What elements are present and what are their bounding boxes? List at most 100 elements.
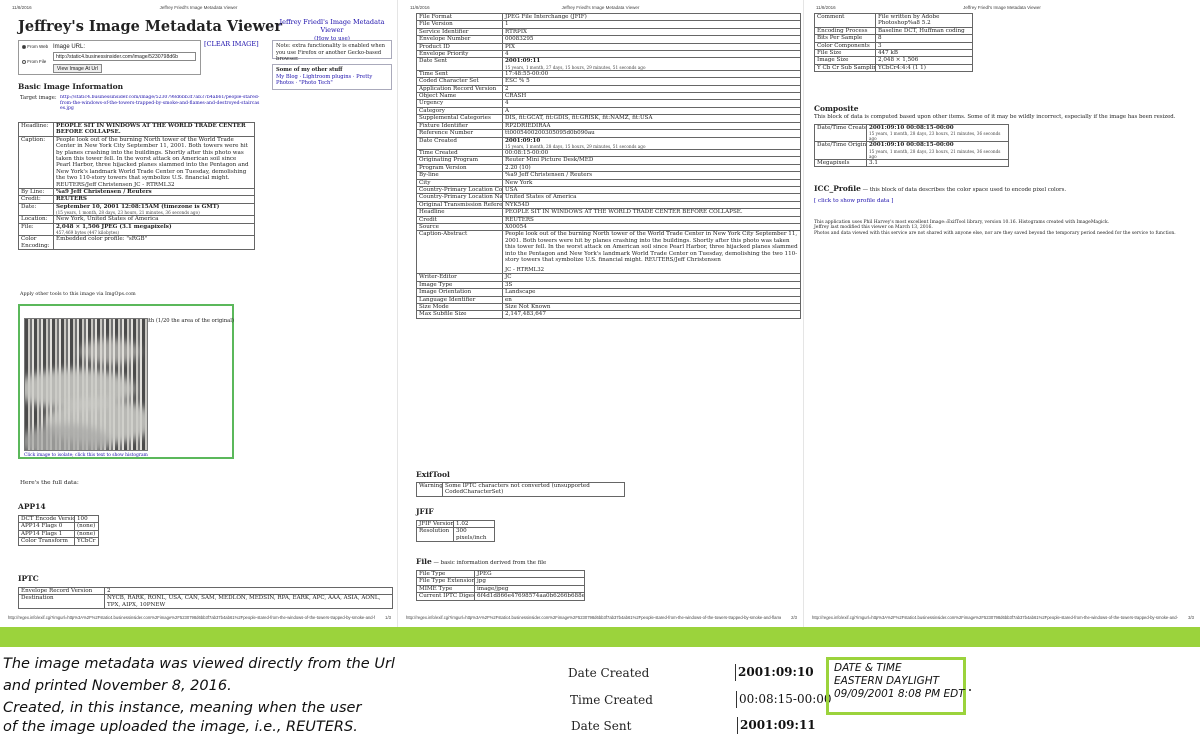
table-row: MIME Type image/jpeg xyxy=(416,584,585,594)
row-value: (none) xyxy=(74,529,99,539)
row-value: September 10, 2001 12:08:15AM (timezone … xyxy=(53,202,255,217)
table-row: Time Sent 17:48:55-00:00 xyxy=(416,69,801,79)
table-row: Writer-Editor JC xyxy=(416,273,801,282)
table-row: Caption-Abstract People look out of the b… xyxy=(416,230,801,275)
row-value: CRASH xyxy=(502,92,801,101)
other-stuff-links[interactable]: My Blog · Lightroom plugins · Pretty Pho… xyxy=(276,74,388,87)
table-row: Image Size 2,048 × 1,506 xyxy=(814,56,973,65)
from-web-radio[interactable]: From Web xyxy=(22,44,48,49)
view-image-button[interactable]: View Image At Url xyxy=(53,64,102,73)
iptc-tbody: Envelope Record Version 2 Destination NYCB,… xyxy=(18,586,393,610)
jfif-heading: JFIF xyxy=(416,507,434,516)
table-row: Program Version 2.20 (10) xyxy=(416,163,801,173)
table-row: Country-Primary Location Code USA xyxy=(416,185,801,195)
page-footer: http://regex.info/exif.cgi?imgurl=http%3… xyxy=(398,615,803,623)
table-row: Envelope Priority 4 xyxy=(416,50,801,59)
sidebar-title-text: Jeffrey Friedl's Image Metadata Viewer xyxy=(279,18,385,34)
row-value-text: 6f4d1d866e47698574aa0b6266b688e488 xyxy=(477,593,585,600)
target-url-link[interactable]: http://static4.businessinsider.com/image… xyxy=(60,95,260,119)
clear-image-link[interactable]: [CLEAR IMAGE] xyxy=(204,40,259,48)
row-value: 4 xyxy=(502,50,801,59)
row-key: File Format xyxy=(416,12,503,22)
table-row: JFIF Version 1.02 xyxy=(416,519,495,529)
table-row: Megapixels 3.1 xyxy=(814,158,1009,168)
row-value-text: 1 xyxy=(505,21,509,28)
row-value-text: 2001:09:11 xyxy=(505,58,541,65)
row-value-text: 3 xyxy=(878,42,882,49)
composite-heading: Composite xyxy=(814,104,859,113)
url-input[interactable]: http://static4.businessinsider.com/image… xyxy=(53,52,196,61)
row-key: Destination xyxy=(18,594,105,610)
row-key: Y Cb Cr Sub Sampling xyxy=(814,63,876,73)
composite-description: This block of data is computed based upo… xyxy=(814,114,1176,120)
row-value: 1 xyxy=(502,20,801,29)
table-row: Size Mode Size Not Known xyxy=(416,303,801,312)
show-profile-link[interactable]: [ click to show profile data ] xyxy=(814,198,893,204)
row-key: Application Record Version xyxy=(416,84,503,94)
annotation-line-4: of the image uploaded the image, i.e., R… xyxy=(3,719,358,735)
row-key: Credit: xyxy=(18,195,54,204)
imgops-link[interactable]: Apply other tools to this image via ImgO… xyxy=(20,292,136,298)
row-value: image/jpeg xyxy=(474,584,585,594)
app14-tbody: DCT Encode Version 100 APP14 Flags 0 (none)… xyxy=(18,514,99,546)
row-value: PEOPLE SIT IN WINDOWS AT THE WORLD TRADE… xyxy=(53,122,255,137)
row-value-text: 2001:09:10 xyxy=(505,137,541,144)
date-created-value: 2001:09:10 xyxy=(735,664,814,681)
table-row: Fixture Identifier RP2DRIEDIRAA xyxy=(416,121,801,131)
table-row: Coded Character Set ESC % 5 xyxy=(416,77,801,86)
row-value-text: image/jpeg xyxy=(477,585,509,592)
image-preview-box: ⊗ ⊕ ⊞ Main image displayed here at 22% w… xyxy=(18,304,234,459)
row-key: Warning xyxy=(416,482,443,497)
table-row: City New York xyxy=(416,178,801,187)
row-key: Envelope Number xyxy=(416,35,503,44)
from-file-radio[interactable]: From File xyxy=(22,59,46,64)
row-value-text: RP2DRIEDIRAA xyxy=(505,122,551,129)
row-value-text: JPEG File Interchange (JFIF) xyxy=(505,14,587,20)
row-value-text: Reuter Mini Picture Desk/MED xyxy=(505,157,594,164)
table-row: Product ID PIX xyxy=(416,42,801,52)
row-value-text: New York xyxy=(505,179,533,186)
page-footer: http://regex.info/exif.cgi?imgurl=http%3… xyxy=(804,615,1200,623)
row-value-text: NYK54D xyxy=(505,201,530,208)
file-heading: File — basic information derived from th… xyxy=(416,557,546,566)
row-key: Product ID xyxy=(416,42,503,52)
table-row: Date Created 2001:09:10 15 years, 1 month,… xyxy=(416,136,801,150)
row-key: Writer-Editor xyxy=(416,273,503,282)
row-value: 00083295 xyxy=(502,35,801,44)
row-key: Originating Program xyxy=(416,156,503,165)
row-key: Time Created xyxy=(416,148,503,158)
row-value-text: Landscape xyxy=(505,289,536,296)
icc-description: — this block of data describes the color… xyxy=(860,187,1067,193)
row-key: Date/Time Created xyxy=(814,123,867,143)
row-value: %a9 Jeff Christensen / Reuters xyxy=(53,188,255,197)
row-key: Resolution xyxy=(416,527,454,543)
row-key: Max Subfile Size xyxy=(416,310,503,319)
histogram-link[interactable]: Click image to isolate; click this text … xyxy=(24,453,148,458)
url-label: Image URL: xyxy=(53,44,86,50)
icc-heading: ICC_Profile — this block of data describ… xyxy=(814,184,1066,193)
table-row: File Format JPEG File Interchange (JFIF) xyxy=(416,12,801,22)
row-value: 3.1 xyxy=(866,158,1009,168)
table-row: Max Subfile Size 2,147,483,647 xyxy=(416,310,801,319)
row-subtext: 15 years, 1 month, 28 days, 15 hours, 29… xyxy=(505,143,646,149)
row-value: 100 xyxy=(74,514,99,524)
row-value: REUTERS xyxy=(502,215,801,224)
row-value: jpg xyxy=(474,577,585,586)
row-value-text: tt0005400200305095d0b090au xyxy=(505,130,595,137)
exiftool-heading: ExifTool xyxy=(416,470,450,479)
table-row: Caption: People look out of the burning N… xyxy=(18,135,255,190)
row-key: Envelope Record Version xyxy=(18,586,105,596)
row-value: NYK54D xyxy=(502,200,801,210)
row-value: 2001:09:10 15 years, 1 month, 28 days, 15… xyxy=(502,136,801,150)
jpeg-info-table: Comment File written by Adobe Photoshop%a… xyxy=(814,13,973,73)
table-row: Time Created 00:08:15-00:00 xyxy=(416,148,801,158)
row-key: Coded Character Set xyxy=(416,77,503,86)
stamp-line-1: DATE & TIME xyxy=(834,662,902,674)
row-value-text: (none) xyxy=(77,530,96,537)
preview-photo[interactable] xyxy=(24,318,148,451)
row-value: People look out of the burning North tow… xyxy=(53,135,255,190)
row-subtext: 15 years, 1 month, 28 days, 23 hours, 21… xyxy=(869,148,1001,159)
row-value: 2,147,483,647 xyxy=(502,310,801,319)
row-value: PIX xyxy=(502,42,801,52)
file-heading-text: File xyxy=(416,557,432,566)
